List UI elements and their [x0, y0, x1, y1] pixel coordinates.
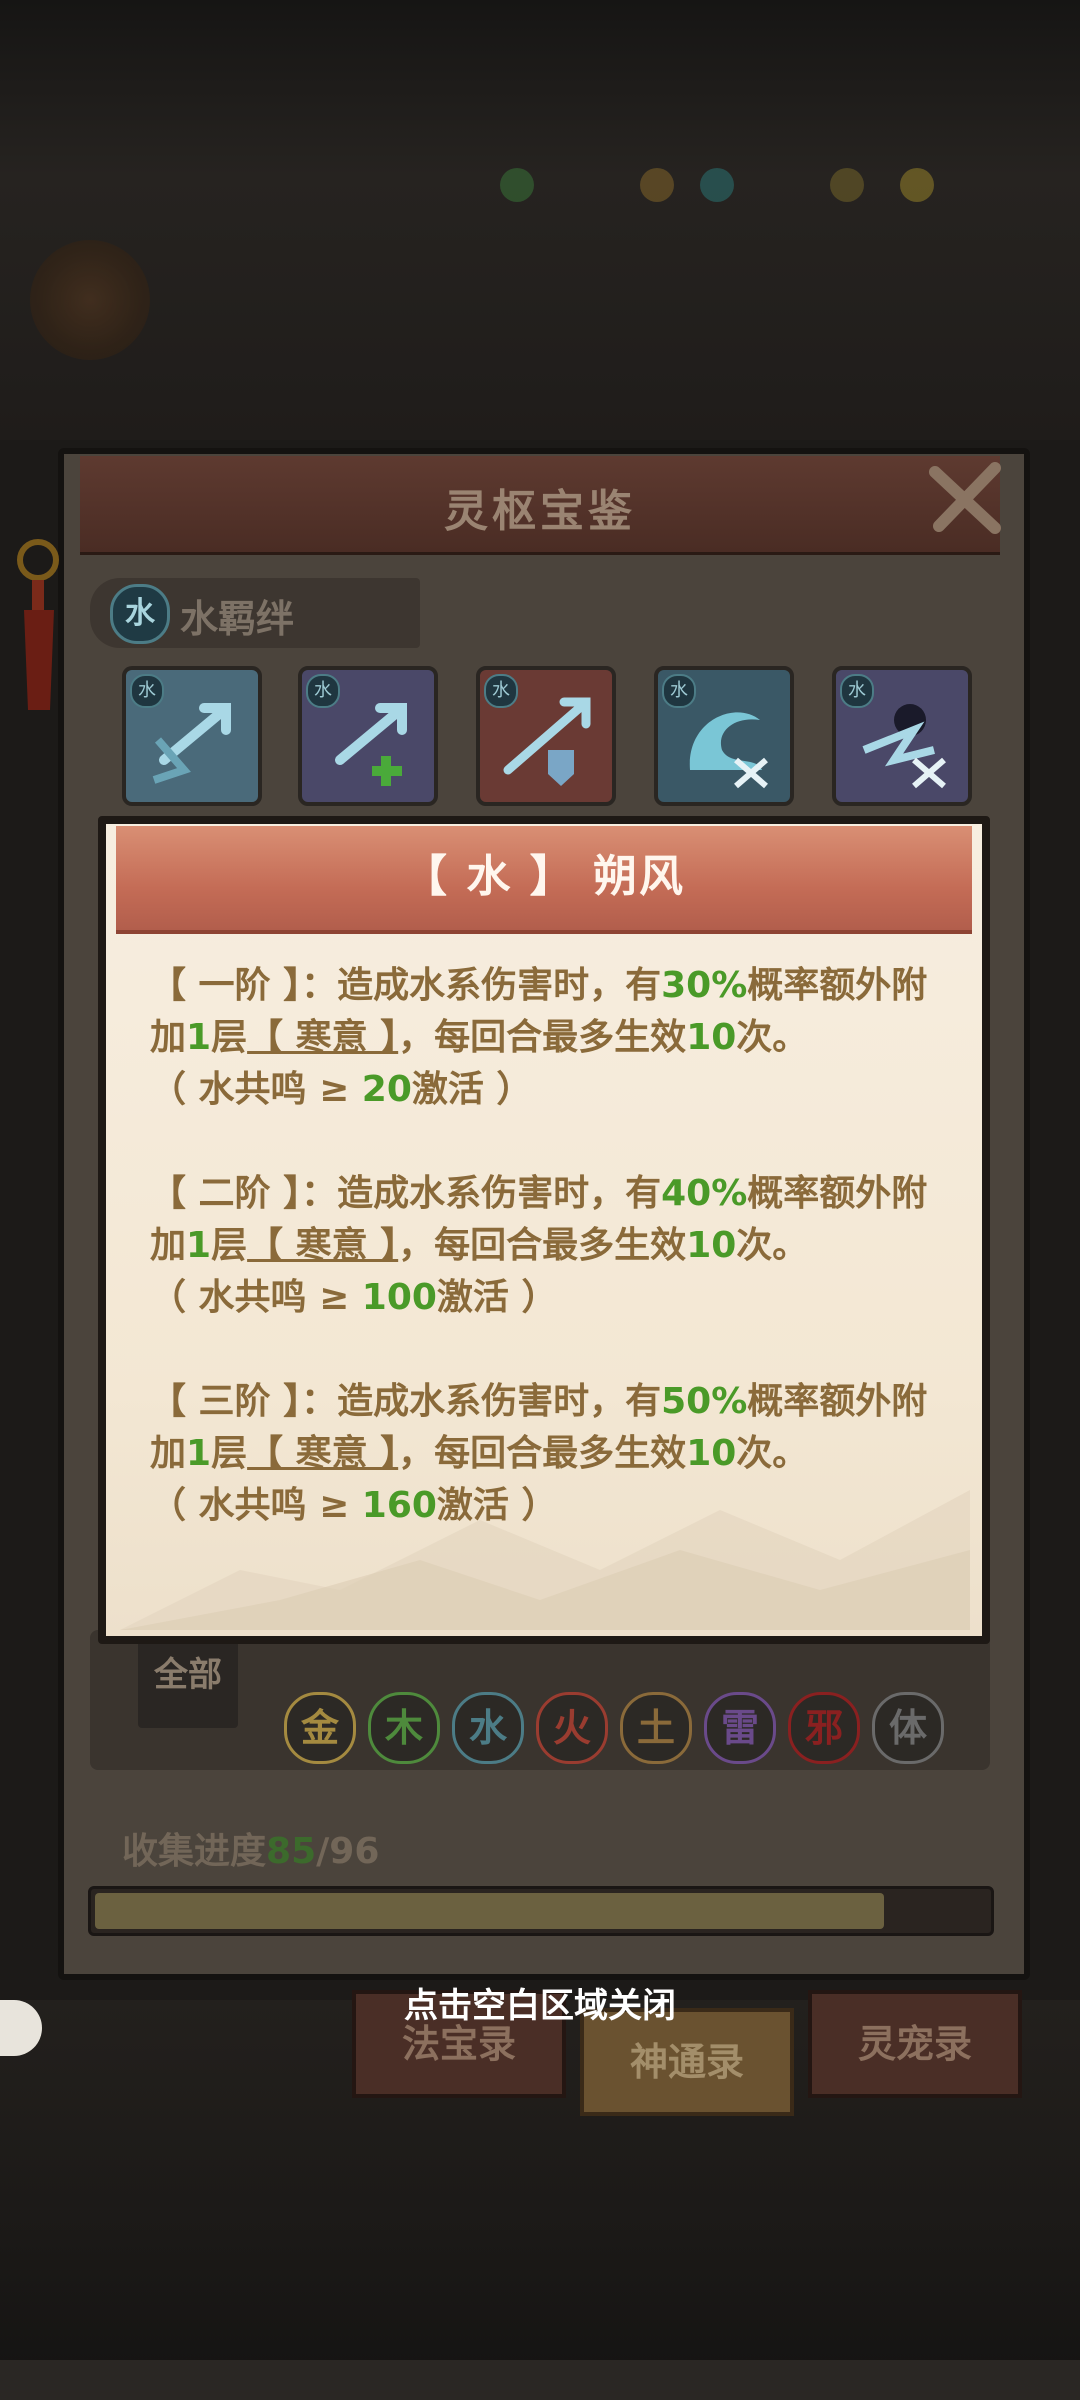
tier-percent: 30%	[661, 965, 748, 1006]
progress-collected: 85	[266, 1831, 317, 1872]
filter-element-6[interactable]: 邪	[788, 1692, 860, 1764]
tier-percent: 50%	[661, 1381, 748, 1422]
filter-element-3[interactable]: 火	[536, 1692, 608, 1764]
tier-layers: 1	[186, 1433, 212, 1474]
tier-layers: 1	[186, 1225, 212, 1266]
tier-threshold: 100	[361, 1277, 437, 1318]
wave-icon	[689, 712, 768, 789]
popup-title: 【 水 】 朔风	[403, 851, 685, 902]
tier-threshold: 160	[361, 1485, 437, 1526]
buff-link[interactable]: 【 寒意 】	[247, 1225, 398, 1266]
arrow-shield-icon	[503, 697, 591, 786]
tier-name: 【 一阶 】	[150, 965, 302, 1006]
filter-element-2[interactable]: 水	[452, 1692, 524, 1764]
tier-name: 【 三阶 】	[150, 1381, 302, 1422]
section-label: 水羁绊	[180, 597, 295, 641]
filter-element-1[interactable]: 木	[368, 1692, 440, 1764]
tier-threshold: 20	[361, 1069, 412, 1110]
tier-times: 10	[686, 1433, 737, 1474]
water-element-badge: 水	[110, 584, 170, 644]
tassel-decoration-icon	[17, 539, 59, 710]
filter-all-button[interactable]: 全部	[138, 1640, 238, 1728]
ice-arrow-plus-icon	[335, 703, 407, 786]
collection-progress-bar	[88, 1886, 994, 1936]
frost-blast-icon	[862, 704, 946, 789]
tier-description: 【 一阶 】：造成水系伤害时，有30%概率额外附加1层【 寒意 】，每回合最多生…	[150, 965, 928, 1110]
skill-card[interactable]: 水	[654, 666, 794, 806]
tier-description: 【 二阶 】：造成水系伤害时，有40%概率额外附加1层【 寒意 】，每回合最多生…	[150, 1173, 928, 1318]
tier-layers: 1	[186, 1017, 212, 1058]
tier-description: 【 三阶 】：造成水系伤害时，有50%概率额外附加1层【 寒意 】，每回合最多生…	[150, 1381, 928, 1526]
tier-times: 10	[686, 1017, 737, 1058]
close-icon[interactable]	[925, 458, 1007, 540]
buff-link[interactable]: 【 寒意 】	[247, 1017, 398, 1058]
close-hint[interactable]: 点击空白区域关闭	[0, 1978, 1080, 2027]
tier-name: 【 二阶 】	[150, 1173, 302, 1214]
ice-arrow-icon	[152, 703, 231, 784]
skill-card[interactable]: 水	[832, 666, 972, 806]
skill-card[interactable]: 水	[476, 666, 616, 806]
tier-times: 10	[686, 1225, 737, 1266]
filter-element-0[interactable]: 金	[284, 1692, 356, 1764]
progress-label-text: 收集进度	[122, 1831, 267, 1872]
player-avatar	[30, 240, 150, 360]
skill-card[interactable]: 水	[298, 666, 438, 806]
filter-element-5[interactable]: 雷	[704, 1692, 776, 1764]
progress-total: /96	[316, 1831, 380, 1872]
panel-title: 灵枢宝鉴	[444, 486, 636, 537]
collection-progress-label: 收集进度85/96	[122, 1822, 379, 1874]
tier-percent: 40%	[661, 1173, 748, 1214]
progress-bar-fill	[95, 1893, 885, 1929]
buff-link[interactable]: 【 寒意 】	[247, 1433, 398, 1474]
skill-card[interactable]: 水	[122, 666, 262, 806]
filter-element-4[interactable]: 土	[620, 1692, 692, 1764]
system-nav-bar	[0, 2360, 1080, 2400]
filter-element-7[interactable]: 体	[872, 1692, 944, 1764]
